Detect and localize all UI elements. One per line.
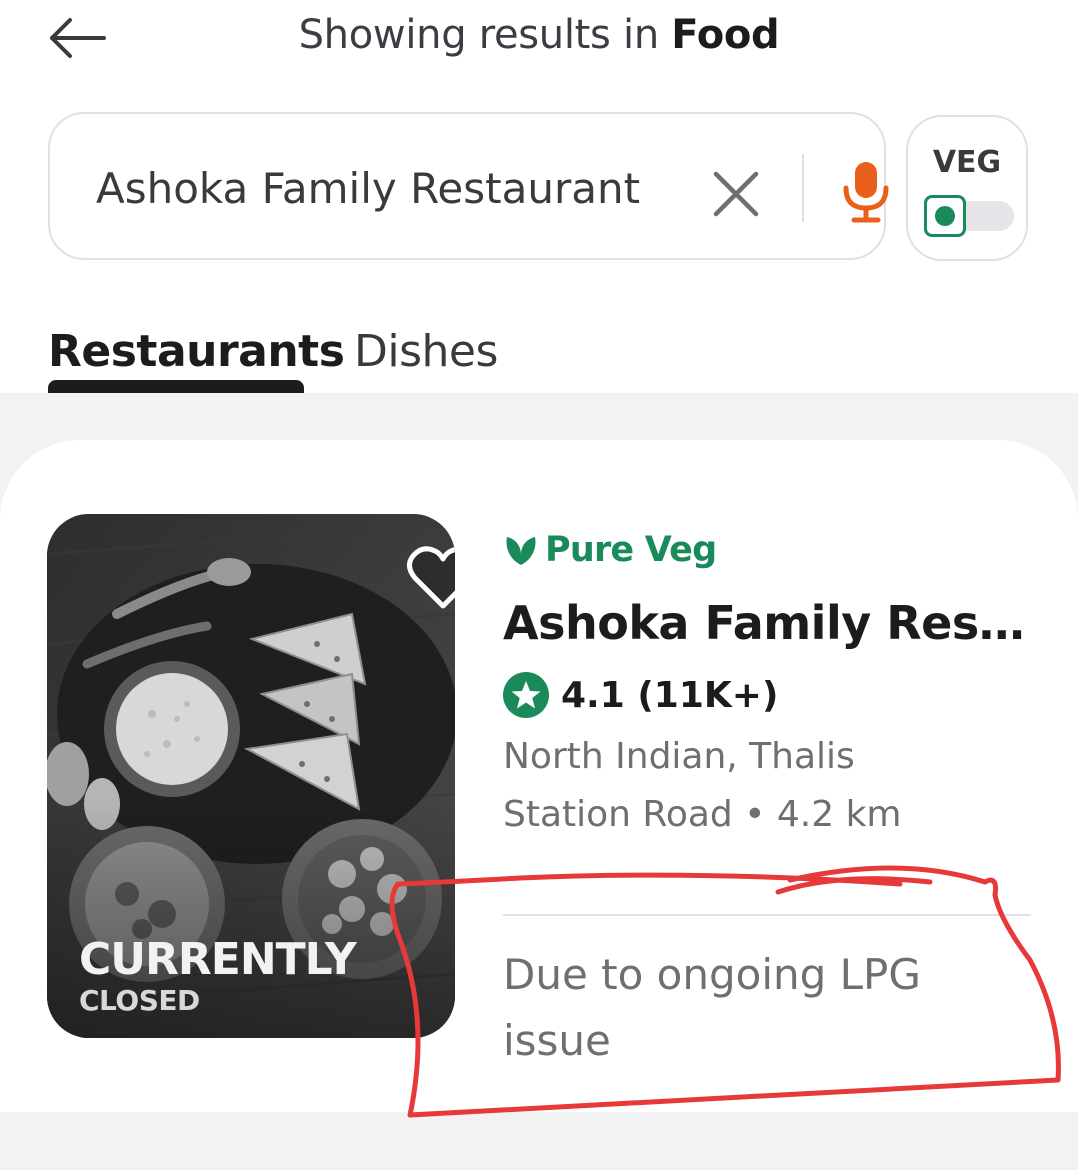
location: Station Road xyxy=(503,794,733,835)
location-distance: Station Road • 4.2 km xyxy=(503,794,902,835)
veg-indicator-icon xyxy=(924,195,966,237)
page-title: Showing results in Food xyxy=(0,12,1078,58)
search-bar xyxy=(48,112,889,260)
result-tabs: Restaurants Dishes xyxy=(0,300,1078,394)
close-icon xyxy=(713,171,759,217)
restaurant-card[interactable]: CURRENTLY CLOSED Pure Veg Ashoka Family … xyxy=(0,440,1078,1112)
favorite-button[interactable] xyxy=(403,542,455,614)
clear-search-button[interactable] xyxy=(706,164,766,224)
card-divider xyxy=(503,914,1031,916)
star-badge-icon xyxy=(503,672,549,718)
active-tab-indicator xyxy=(48,380,304,394)
tab-dishes[interactable]: Dishes xyxy=(354,326,498,377)
rating: 4.1 (11K+) xyxy=(503,672,778,718)
title-category: Food xyxy=(671,12,780,58)
search-input[interactable] xyxy=(96,154,686,222)
status-closed: CLOSED xyxy=(79,984,200,1017)
distance: 4.2 km xyxy=(776,794,902,835)
voice-search-button[interactable] xyxy=(836,156,896,226)
pure-veg-label: Pure Veg xyxy=(545,530,717,570)
status-currently: CURRENTLY xyxy=(79,934,357,985)
heart-outline-icon xyxy=(407,546,455,609)
microphone-icon xyxy=(843,162,889,223)
tab-restaurants[interactable]: Restaurants xyxy=(48,326,345,377)
restaurant-image: CURRENTLY CLOSED xyxy=(47,514,455,1038)
cuisines: North Indian, Thalis xyxy=(503,736,855,777)
rating-value: 4.1 xyxy=(561,674,625,716)
search-divider xyxy=(802,154,804,222)
title-prefix: Showing results in xyxy=(298,12,672,58)
top-bar: Showing results in Food xyxy=(0,0,1078,80)
leaf-icon xyxy=(506,537,536,565)
veg-toggle[interactable]: VEG xyxy=(906,115,1028,261)
restaurant-name[interactable]: Ashoka Family Restaurant xyxy=(503,596,1033,650)
veg-toggle-label: VEG xyxy=(932,145,1002,180)
closed-reason: Due to ongoing LPG issue xyxy=(503,950,921,1065)
pure-veg-badge: Pure Veg xyxy=(503,530,717,570)
rating-count: (11K+) xyxy=(637,674,779,716)
